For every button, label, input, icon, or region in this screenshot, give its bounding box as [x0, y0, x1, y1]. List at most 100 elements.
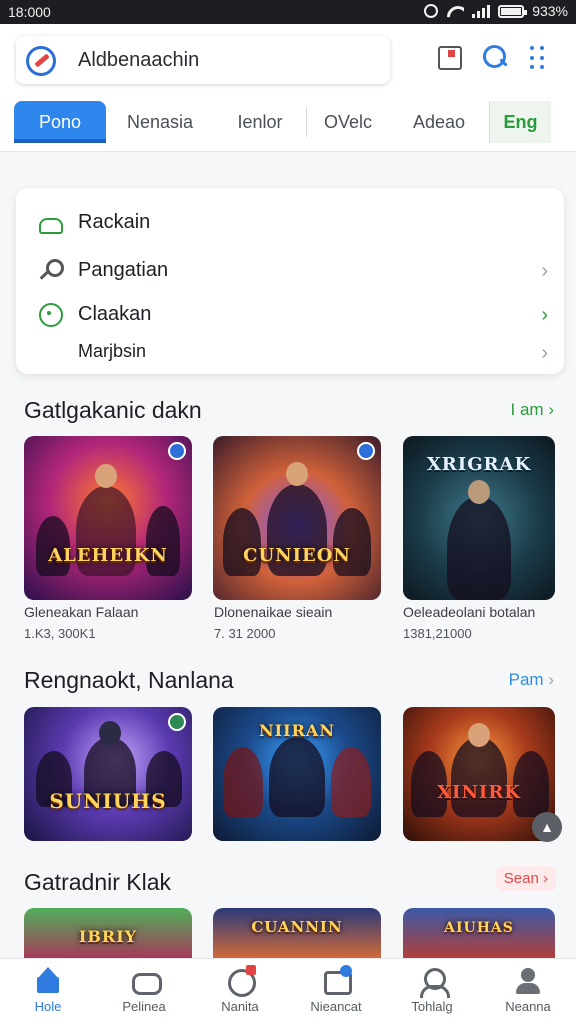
hero-figure [447, 496, 511, 600]
nav-label: Nanita [221, 999, 259, 1014]
game-art-title: XINIRK [437, 782, 521, 803]
see-all-label: Sean [503, 870, 539, 887]
game-art-title: AIUHAS [444, 920, 514, 936]
nav-label: Tohlalg [411, 999, 453, 1014]
nav-label: Hole [34, 999, 62, 1014]
game-caption: Gleneakan Falaan [24, 604, 139, 620]
signal-icon [472, 4, 491, 18]
chevron-right-icon: › [541, 304, 548, 326]
game-art-title: IBRIY [78, 927, 138, 946]
search-bar[interactable]: Aldbenaachin [16, 36, 390, 84]
status-bar: 18:000 933% [0, 0, 576, 24]
game-tile[interactable]: XRIGRAK [403, 436, 555, 600]
category-tabs: Pono Nenasia Ienlor OVelc Adeao Eng [14, 98, 560, 146]
person-icon [418, 967, 450, 998]
chat-icon [322, 965, 352, 995]
section-title: Gatradnir Klak [24, 869, 172, 895]
status-icons: 933% [424, 3, 568, 19]
hero-figure [451, 737, 507, 817]
calendar-icon[interactable] [436, 44, 462, 70]
tab-pono[interactable]: Pono [14, 101, 106, 143]
nav-home[interactable]: Hole [0, 959, 96, 1024]
scroll-up-icon[interactable]: ▲ [532, 812, 562, 842]
game-caption: Dlonenaikae sieain [214, 604, 333, 620]
hero-head [95, 464, 117, 488]
quick-item-label: Pangatian [78, 259, 169, 281]
chevron-right-icon: › [548, 670, 554, 689]
nav-nieancat[interactable]: Nieancat [288, 959, 384, 1024]
game-tile[interactable]: CUNIEON [213, 436, 381, 600]
chevron-right-icon: › [548, 400, 554, 419]
clock-icon [38, 302, 63, 327]
game-art-title: ALEHEIKN [48, 545, 168, 566]
hero-head [286, 462, 308, 486]
badge-icon [168, 713, 186, 731]
see-all-link[interactable]: Sean › [495, 866, 556, 891]
battery-percent: 933% [532, 3, 568, 19]
game-tile[interactable]: SUNIUHS [24, 707, 192, 841]
nav-label: Neanna [505, 999, 551, 1014]
game-art-title: CUANNIN [251, 918, 343, 936]
game-art-title: XRIGRAK [426, 454, 532, 475]
game-tile[interactable]: NIIRAN [213, 707, 381, 841]
section-title: Gatlgakanic dakn [24, 397, 202, 423]
more-dots-icon[interactable] [530, 44, 548, 70]
home-icon [34, 967, 62, 995]
tab-ienlor[interactable]: Ienlor [214, 101, 306, 143]
badge-icon [168, 442, 186, 460]
nav-label: Pelinea [122, 999, 166, 1014]
chevron-right-icon: › [541, 342, 548, 364]
hero-figure [331, 747, 371, 817]
tab-adeao[interactable]: Adeao [389, 101, 489, 143]
alarm-icon [424, 4, 439, 18]
see-all-label: I am [510, 400, 544, 419]
game-art-title: NIIRAN [259, 721, 335, 740]
game-tile[interactable]: CUANNIN [213, 908, 381, 958]
quick-item-label: Rackain [78, 211, 151, 233]
quick-item-claakan[interactable]: Claakan › [16, 294, 564, 334]
ball-icon [226, 965, 256, 997]
tab-ovelc[interactable]: OVelc [307, 101, 389, 143]
nav-label: Nieancat [310, 999, 362, 1014]
tab-eng[interactable]: Eng [489, 101, 551, 143]
nav-neanna[interactable]: Neanna [480, 959, 576, 1024]
search-icon[interactable] [481, 44, 507, 70]
clock-time: 18:000 [8, 4, 51, 20]
game-count: 7. 31 2000 [214, 626, 276, 641]
tab-nenasia[interactable]: Nenasia [106, 101, 214, 143]
game-art-title: SUNIUHS [49, 789, 167, 813]
see-all-link[interactable]: I am › [511, 400, 554, 420]
quick-item-rackain[interactable]: Rackain [16, 202, 564, 242]
nav-nanita[interactable]: Nanita [192, 959, 288, 1024]
cloud-icon [38, 210, 63, 234]
see-all-link[interactable]: Pam › [509, 670, 554, 690]
battery-icon [498, 4, 528, 18]
nav-pelinea[interactable]: Pelinea [96, 959, 192, 1024]
hero-figure [269, 737, 325, 817]
badge-icon [357, 442, 375, 460]
quick-item-label: Claakan [78, 303, 152, 325]
bottom-navigation: Hole Pelinea Nanita Nieancat Tohlalg Nea… [0, 958, 576, 1024]
quick-item-label: Marjbsin [78, 341, 147, 361]
game-count: 1.K3, 300K1 [24, 626, 96, 641]
quick-item-marjbsin[interactable]: Marjbsin › [16, 332, 564, 372]
hero-figure [223, 747, 263, 817]
hero-head [468, 480, 490, 504]
chevron-right-icon: › [541, 260, 548, 282]
wifi-icon [446, 4, 464, 18]
game-tile[interactable]: AIUHAS [403, 908, 555, 958]
wrench-icon [38, 258, 64, 282]
quick-access-card: Rackain Pangatian › Claakan › Marjbsin › [16, 188, 564, 374]
quick-item-pangatian[interactable]: Pangatian › [16, 250, 564, 290]
game-tile[interactable]: ALEHEIKN [24, 436, 192, 600]
section-title: Rengnaokt, Nanlana [24, 667, 234, 693]
app-logo-icon [26, 46, 56, 76]
game-caption: Oeleadeolani botalan [403, 604, 536, 620]
profile-icon [514, 967, 542, 995]
hero-head [99, 721, 121, 745]
game-count: 1381,21000 [403, 626, 472, 641]
nav-tohlalg[interactable]: Tohlalg [384, 959, 480, 1024]
game-tile[interactable]: IBRIY [24, 908, 192, 958]
gamepad-icon [130, 967, 162, 995]
hero-head [468, 723, 490, 747]
